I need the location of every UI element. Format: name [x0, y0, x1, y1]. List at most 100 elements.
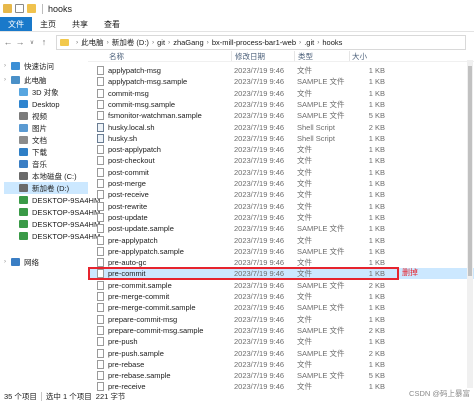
- file-row[interactable]: prepare-commit-msg.sample 2023/7/19 9:46 S…: [88, 325, 474, 336]
- file-type: SAMPLE 文件: [297, 303, 345, 313]
- scrollbar-thumb[interactable]: [468, 66, 472, 276]
- file-row[interactable]: pre-push 2023/7/19 9:46 文件 1 KB: [88, 336, 474, 347]
- file-row[interactable]: pre-push.sample 2023/7/19 9:46 SAMPLE 文件 2 …: [88, 348, 474, 359]
- sidebar-item[interactable]: DESKTOP-9SA4HM: [4, 194, 100, 206]
- column-divider[interactable]: [294, 51, 295, 61]
- status-separator: [40, 391, 42, 401]
- file-row[interactable]: prepare-commit-msg 2023/7/19 9:46 文件 1 KB: [88, 314, 474, 325]
- file-type: SAMPLE 文件: [297, 348, 345, 358]
- file-row[interactable]: commit-msg.sample 2023/7/19 9:46 SAMPLE 文件…: [88, 99, 474, 110]
- script-file-icon: [97, 133, 104, 143]
- desktop-icon: [19, 100, 28, 108]
- up-arrow-icon[interactable]: ↑: [38, 35, 50, 49]
- file-row[interactable]: husky.local.sh 2023/7/19 9:46 Shell Script…: [88, 122, 474, 133]
- sidebar-item[interactable]: 图片: [4, 122, 47, 134]
- file-row[interactable]: post-update 2023/7/19 9:46 文件 1 KB: [88, 212, 474, 223]
- expand-chevron-icon[interactable]: ›: [4, 63, 11, 69]
- sidebar-item[interactable]: DESKTOP-9SA4HM: [4, 230, 100, 242]
- sidebar-item[interactable]: › 快速访问: [4, 60, 54, 72]
- sidebar-item[interactable]: 文档: [4, 134, 47, 146]
- file-row[interactable]: pre-rebase 2023/7/19 9:46 文件 1 KB: [88, 359, 474, 370]
- sidebar-item[interactable]: 下载: [4, 146, 47, 158]
- file-row[interactable]: commit-msg 2023/7/19 9:46 文件 1 KB: [88, 88, 474, 99]
- file-row[interactable]: fsmonitor-watchman.sample 2023/7/19 9:46 S…: [88, 110, 474, 121]
- sidebar-item[interactable]: 3D 对象: [4, 86, 59, 98]
- breadcrumb-project[interactable]: bx-mill-process-bar1-web: [212, 38, 296, 47]
- file-size: 1 KB: [368, 224, 385, 234]
- column-header-name[interactable]: 名称: [109, 51, 124, 62]
- column-header-type[interactable]: 类型: [298, 51, 313, 62]
- file-name: pre-applypatch: [108, 235, 158, 245]
- file-type: Shell Script: [297, 133, 335, 143]
- sidebar-item[interactable]: 新加卷 (D:): [4, 182, 88, 194]
- file-row[interactable]: pre-commit 2023/7/19 9:46 文件 1 KB 删掉: [88, 267, 474, 281]
- new-folder-icon[interactable]: [27, 4, 36, 13]
- expand-chevron-icon[interactable]: ›: [4, 77, 11, 83]
- file-name: pre-rebase: [108, 359, 145, 369]
- sidebar-item[interactable]: DESKTOP-9SA4HM: [4, 206, 100, 218]
- properties-icon[interactable]: [15, 4, 24, 13]
- file-icon: [97, 88, 104, 98]
- breadcrumb-hooks[interactable]: hooks: [322, 38, 342, 47]
- tab-view[interactable]: 查看: [96, 17, 128, 31]
- file-size: 1 KB: [368, 156, 385, 166]
- tab-file[interactable]: 文件: [0, 17, 32, 31]
- file-row[interactable]: applypatch-msg 2023/7/19 9:46 文件 1 KB: [88, 65, 474, 76]
- column-header-size[interactable]: 大小: [352, 51, 367, 62]
- sidebar-item[interactable]: 视频: [4, 110, 47, 122]
- file-row[interactable]: post-merge 2023/7/19 9:46 文件 1 KB: [88, 178, 474, 189]
- file-date: 2023/7/19 9:46: [234, 292, 285, 301]
- file-row[interactable]: pre-merge-commit 2023/7/19 9:46 文件 1 KB: [88, 291, 474, 302]
- forward-arrow-icon[interactable]: →: [14, 35, 26, 49]
- column-header-date[interactable]: 修改日期: [235, 51, 265, 62]
- file-row[interactable]: post-rewrite 2023/7/19 9:46 文件 1 KB: [88, 201, 474, 212]
- sidebar-item[interactable]: › 网络: [4, 256, 39, 268]
- file-row[interactable]: applypatch-msg.sample 2023/7/19 9:46 SAMPL…: [88, 76, 474, 87]
- file-row[interactable]: husky.sh 2023/7/19 9:46 Shell Script 1 KB: [88, 133, 474, 144]
- sidebar-item[interactable]: 音乐: [4, 158, 47, 170]
- file-size: 1 KB: [368, 66, 385, 75]
- ribbon-tabs: 文件 主页 共享 查看: [0, 17, 474, 32]
- status-item-count: 35 个项目: [4, 391, 37, 401]
- file-date: 2023/7/19 9:46: [234, 280, 285, 290]
- file-row[interactable]: post-commit 2023/7/19 9:46 文件 1 KB: [88, 167, 474, 178]
- file-row[interactable]: post-update.sample 2023/7/19 9:46 SAMPLE 文…: [88, 223, 474, 234]
- sidebar-item[interactable]: DESKTOP-9SA4HM: [4, 218, 100, 230]
- file-size: 1 KB: [368, 235, 385, 245]
- breadcrumb-git[interactable]: git: [157, 38, 165, 47]
- file-row[interactable]: post-applypatch 2023/7/19 9:46 文件 1 KB: [88, 144, 474, 155]
- tab-share[interactable]: 共享: [64, 17, 96, 31]
- recent-dropdown-icon[interactable]: ∨: [26, 35, 38, 49]
- expand-chevron-icon[interactable]: ›: [4, 259, 11, 265]
- file-size: 1 KB: [368, 133, 385, 143]
- breadcrumb-dot-git[interactable]: .git: [304, 38, 314, 47]
- column-divider[interactable]: [349, 51, 350, 61]
- file-row[interactable]: post-receive 2023/7/19 9:46 文件 1 KB: [88, 189, 474, 200]
- chevron-right-icon: ›: [168, 38, 171, 46]
- file-row[interactable]: pre-applypatch 2023/7/19 9:46 文件 1 KB: [88, 235, 474, 246]
- breadcrumb-this-pc[interactable]: 此电脑: [81, 37, 104, 48]
- file-row[interactable]: pre-merge-commit.sample 2023/7/19 9:46 SAM…: [88, 302, 474, 313]
- sidebar-item[interactable]: 本地磁盘 (C:): [4, 170, 77, 182]
- address-bar[interactable]: › 此电脑 › 新加卷 (D:) › git › zhaGang › bx-mi…: [56, 34, 466, 50]
- chevron-right-icon: ›: [317, 38, 320, 46]
- file-type: SAMPLE 文件: [297, 246, 345, 256]
- vertical-scrollbar[interactable]: [467, 60, 473, 388]
- sidebar-item[interactable]: › 此电脑: [4, 74, 47, 86]
- file-row[interactable]: post-checkout 2023/7/19 9:46 文件 1 KB: [88, 155, 474, 166]
- column-divider[interactable]: [231, 51, 232, 61]
- file-date: 2023/7/19 9:46: [234, 99, 285, 109]
- file-row[interactable]: pre-commit.sample 2023/7/19 9:46 SAMPLE 文件…: [88, 280, 474, 291]
- navigation-bar: ← → ∨ ↑ › 此电脑 › 新加卷 (D:) › git › zhaGang…: [0, 32, 474, 52]
- file-icon: [97, 99, 104, 109]
- file-row[interactable]: pre-rebase.sample 2023/7/19 9:46 SAMPLE 文件…: [88, 370, 474, 381]
- breadcrumb-zhagang[interactable]: zhaGang: [173, 38, 203, 47]
- sidebar-item[interactable]: Desktop: [4, 98, 60, 110]
- tab-home[interactable]: 主页: [32, 17, 64, 31]
- breadcrumb-drive-d[interactable]: 新加卷 (D:): [112, 37, 149, 48]
- file-row[interactable]: pre-applypatch.sample 2023/7/19 9:46 SAMPL…: [88, 246, 474, 257]
- file-size: 1 KB: [368, 88, 385, 98]
- back-arrow-icon[interactable]: ←: [2, 35, 14, 49]
- file-date: 2023/7/19 9:46: [234, 122, 285, 132]
- file-icon: [97, 337, 104, 347]
